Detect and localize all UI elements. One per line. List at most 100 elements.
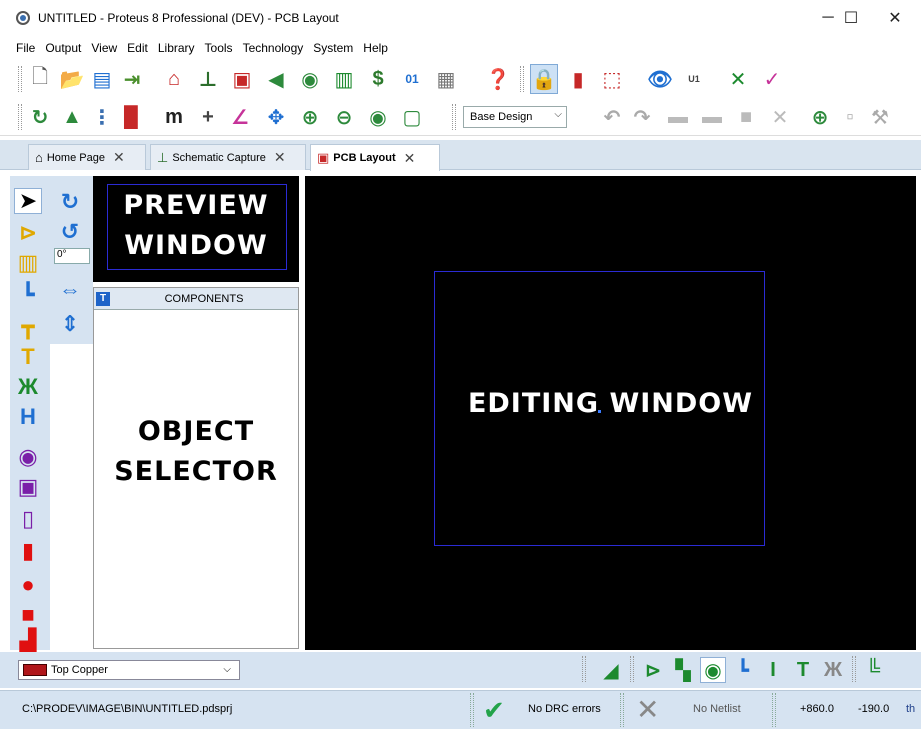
block-delete-icon[interactable]: ✕ [766, 102, 794, 132]
select-area-icon[interactable]: ⬚ [598, 64, 626, 94]
gerber-viewer-icon[interactable]: ▥ [330, 64, 358, 94]
origin-icon[interactable]: + [194, 102, 222, 132]
netlist-icon[interactable]: ✕ [724, 64, 752, 94]
lock-icon[interactable]: 🔒 [530, 64, 558, 94]
schematic-icon[interactable]: ⊥ [194, 64, 222, 94]
maximize-button[interactable]: ☐ [828, 0, 874, 36]
component-icon[interactable]: ▮ [564, 64, 592, 94]
dil-pad-icon[interactable]: ▯ [14, 506, 42, 532]
make-package-icon[interactable]: ▫ [836, 102, 864, 132]
tab-schematic-capture[interactable]: ⊥ Schematic Capture ✕ [150, 144, 306, 170]
rotation-angle-field[interactable]: 0° [54, 248, 90, 264]
design-notes-icon[interactable]: ▦ [432, 64, 460, 94]
menu-library[interactable]: Library [158, 41, 195, 55]
pcb-layout-icon[interactable]: ▣ [228, 64, 256, 94]
package-mode-icon[interactable]: ▥ [14, 250, 42, 276]
source-code-icon[interactable]: 01 [398, 64, 426, 94]
block-copy-icon[interactable]: ▬ [664, 102, 692, 132]
block-rotate-icon[interactable]: ■ [732, 102, 760, 132]
ratsnest-filter-icon[interactable]: Ж [820, 657, 846, 683]
help-icon[interactable]: ❓ [484, 64, 512, 94]
toolbar-grip[interactable] [452, 104, 456, 130]
mirror-vertical-icon[interactable]: ⇕ [58, 311, 82, 336]
preview-window[interactable]: PREVIEW WINDOW [93, 176, 299, 282]
drc-status[interactable]: No DRC errors [528, 703, 601, 715]
close-tab-icon[interactable]: ✕ [404, 150, 416, 167]
undo-icon[interactable]: ↶ [598, 102, 626, 132]
bill-of-materials-icon[interactable]: $ [364, 64, 392, 94]
selection-mode-icon[interactable]: ➤ [14, 188, 42, 214]
zoom-all-icon[interactable]: ◉ [364, 102, 392, 132]
zoom-area-icon[interactable]: ▢ [398, 102, 426, 132]
metric-icon[interactable]: m [160, 102, 188, 132]
close-tab-icon[interactable]: ✕ [274, 149, 286, 166]
menu-help[interactable]: Help [363, 41, 388, 55]
tab-pcb-layout[interactable]: ▣ PCB Layout ✕ [310, 144, 440, 171]
menu-file[interactable]: File [16, 41, 35, 55]
layer-stack-icon[interactable]: ◢ [598, 657, 624, 683]
edge-pad-icon[interactable]: ▮ [14, 538, 42, 564]
grid-icon[interactable]: ⋮ [88, 102, 116, 132]
zone-mode-icon[interactable]: T [14, 344, 42, 370]
component-filter-icon[interactable]: ⊳ [640, 657, 666, 683]
ratsnest-mode-icon[interactable]: Ж [14, 374, 42, 400]
trace-filter-icon[interactable]: ┗ [730, 657, 756, 683]
simulation-icon[interactable]: ◀ [262, 64, 290, 94]
axes-icon[interactable]: ∠ [226, 102, 254, 132]
toolbar-grip[interactable] [582, 656, 586, 682]
editing-window[interactable]: EDITING WINDOW [305, 176, 916, 650]
polygonal-smt-pad-icon[interactable]: ▟ [14, 628, 42, 654]
square-pad-icon[interactable]: ▣ [14, 474, 42, 500]
toolbar-grip[interactable] [18, 104, 22, 130]
mirror-horizontal-icon[interactable]: ⇔ [58, 277, 82, 302]
component-mode-icon[interactable]: ⊳ [14, 220, 42, 246]
design-variant-select[interactable]: Base Design ⌵ [463, 106, 567, 128]
close-tab-icon[interactable]: ✕ [113, 149, 125, 166]
connectivity-mode-icon[interactable]: H [14, 404, 42, 430]
import-icon[interactable]: ⇥ [118, 64, 146, 94]
layers-icon[interactable]: ▉ [118, 102, 146, 132]
menu-view[interactable]: View [91, 41, 117, 55]
pan-icon[interactable]: ✥ [262, 102, 290, 132]
toolbar-grip[interactable] [630, 656, 634, 682]
layer-select[interactable]: Top Copper ⌵ [18, 660, 240, 680]
pick-devices-button[interactable]: T [96, 291, 110, 306]
menu-tools[interactable]: Tools [205, 41, 233, 55]
redo-icon[interactable]: ↷ [628, 102, 656, 132]
rotate-anticlockwise-icon[interactable]: ↺ [58, 219, 82, 244]
toolbar-grip[interactable] [520, 66, 524, 92]
toolbar-grip[interactable] [852, 656, 856, 682]
tab-home-page[interactable]: ⌂ Home Page ✕ [28, 144, 146, 170]
search-binoculars-icon[interactable]: 👁 [646, 64, 674, 94]
object-selector[interactable]: T COMPONENTS OBJECT SELECTOR [93, 287, 299, 649]
via-mode-icon[interactable]: ┳ [14, 314, 42, 340]
zone-filter-icon[interactable]: T [790, 657, 816, 683]
decompose-hammer-icon[interactable]: ⚒ [866, 102, 894, 132]
netlist-status[interactable]: No Netlist [693, 703, 741, 715]
design-rule-icon[interactable]: ✓ [758, 64, 786, 94]
menu-technology[interactable]: Technology [243, 41, 304, 55]
home-page-icon[interactable]: ⌂ [160, 64, 188, 94]
close-button[interactable]: ✕ [872, 0, 918, 36]
rectangular-smt-pad-icon[interactable]: ■ [14, 602, 42, 628]
refresh-icon[interactable]: ↻ [26, 102, 54, 132]
zoom-out-icon[interactable]: ⊖ [330, 102, 358, 132]
flip-icon[interactable]: ▲ [58, 102, 86, 132]
pick-parts-icon[interactable]: ⊕ [806, 102, 834, 132]
save-icon[interactable]: ▤ [88, 64, 116, 94]
block-move-icon[interactable]: ▬ [698, 102, 726, 132]
menu-output[interactable]: Output [45, 41, 81, 55]
units-indicator[interactable]: th [906, 703, 915, 715]
pad-filter-icon[interactable]: I [760, 657, 786, 683]
via-filter-icon[interactable]: ◉ [700, 657, 726, 683]
track-mode-icon[interactable]: ┗ [14, 282, 42, 308]
new-file-icon[interactable]: 🗋 [26, 64, 54, 94]
open-folder-icon[interactable]: 📂 [58, 64, 86, 94]
3d-viewer-icon[interactable]: ◉ [296, 64, 324, 94]
menu-edit[interactable]: Edit [127, 41, 148, 55]
rotate-clockwise-icon[interactable]: ↻ [58, 189, 82, 214]
toolbar-grip[interactable] [18, 66, 22, 92]
circular-smt-pad-icon[interactable]: ● [14, 572, 42, 598]
board-edge-filter-icon[interactable]: ╚ [860, 657, 886, 683]
zoom-in-icon[interactable]: ⊕ [296, 102, 324, 132]
